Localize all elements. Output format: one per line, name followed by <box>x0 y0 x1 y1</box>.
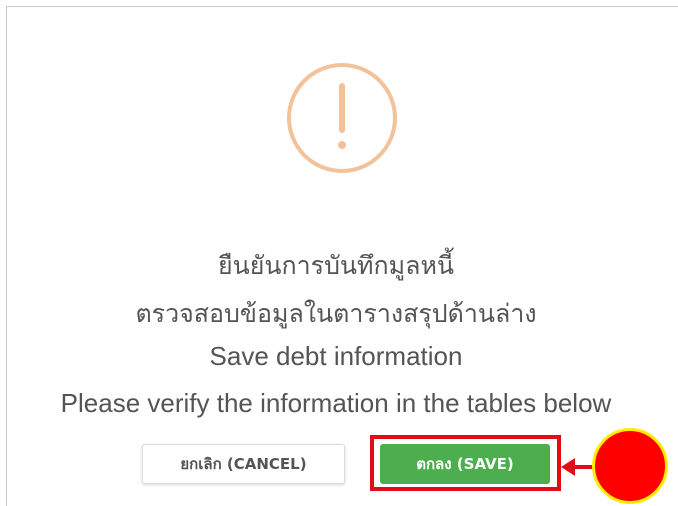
cancel-button[interactable]: ยกเลิก (CANCEL) <box>142 444 345 484</box>
highlight-box <box>370 435 561 491</box>
exclamation-circle-icon <box>287 63 397 173</box>
click-marker <box>592 428 668 504</box>
dialog-title-english: Save debt information <box>209 341 463 371</box>
exclamation-dot <box>338 141 346 149</box>
dialog-subtitle-thai: ตรวจสอบข้อมูลในตารางสรุปด้านล่าง <box>135 299 537 328</box>
dialog-title-thai: ยืนยันการบันทึกมูลหนี้ <box>217 251 455 280</box>
exclamation-bar <box>339 83 345 133</box>
dialog-subtitle-english: Please verify the information in the tab… <box>60 388 612 418</box>
arrow-left-icon <box>561 458 575 476</box>
